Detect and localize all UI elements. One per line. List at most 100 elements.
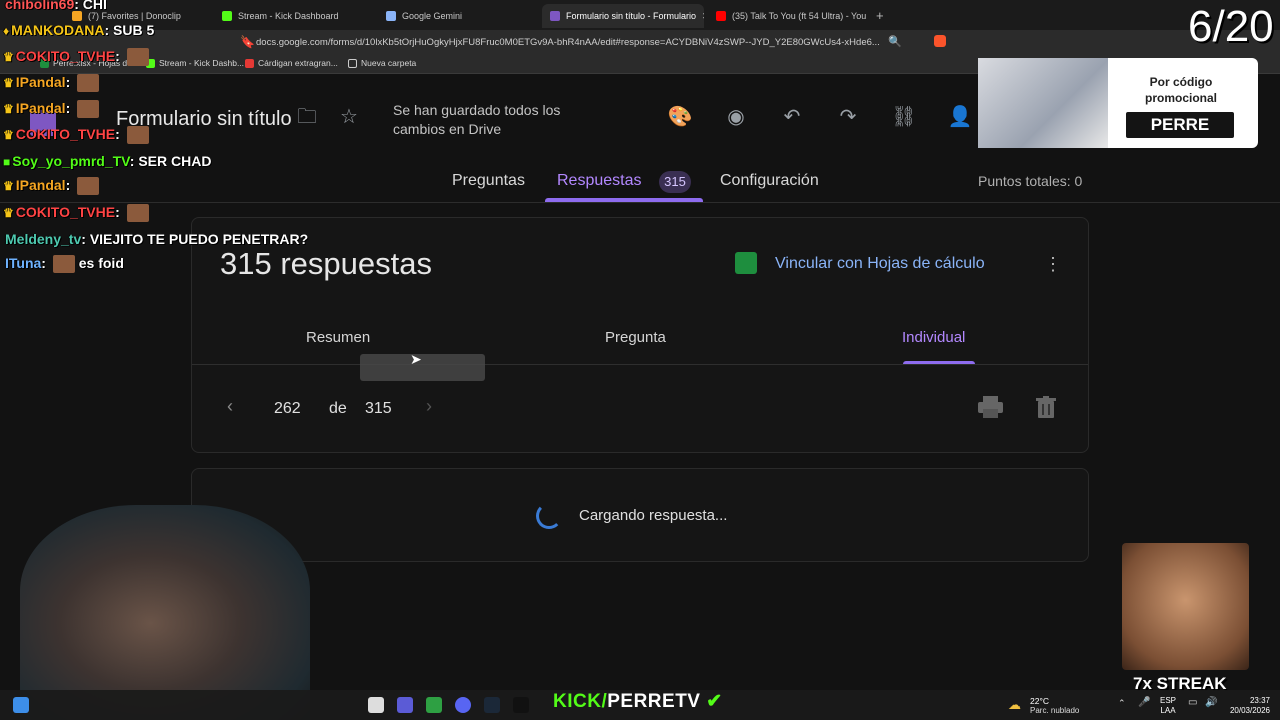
bookmark-item[interactable]: Stream - Kick Dashb... — [146, 58, 244, 68]
emote-icon — [126, 48, 149, 67]
palette-icon[interactable]: 🎨 — [667, 104, 693, 130]
more-options-icon[interactable]: ⋮ — [1044, 250, 1062, 278]
redo-icon[interactable]: ↷ — [835, 104, 861, 130]
responses-count-badge: 315 — [659, 171, 691, 193]
browser-tab-5[interactable]: (35) Talk To You (ft 54 Ultra) - You — [708, 4, 868, 28]
promo-label: Por código promocional — [1144, 75, 1217, 105]
browser-tab-2[interactable]: Stream - Kick Dashboard — [214, 4, 374, 28]
new-tab-icon[interactable]: + — [876, 8, 884, 23]
browser-tab-4-active[interactable]: Formulario sin título - Formulario✕ — [542, 4, 704, 28]
emote-icon — [52, 255, 75, 274]
shop-icon — [245, 58, 254, 68]
emote-icon — [126, 126, 149, 145]
link-icon[interactable]: ⛓ — [891, 104, 917, 130]
language-indicator[interactable]: ESP LAA — [1160, 696, 1176, 716]
undo-icon[interactable]: ↶ — [779, 104, 805, 130]
clock[interactable]: 23:37 20/03/2026 — [1226, 696, 1270, 716]
folder-icon — [348, 58, 357, 68]
folder-icon[interactable]: 🗀 — [294, 104, 320, 130]
crown-icon: ♛ — [3, 76, 14, 90]
loading-text: Cargando respuesta... — [579, 507, 728, 524]
close-icon[interactable]: ✕ — [702, 11, 704, 22]
tab-favicon — [222, 11, 232, 21]
tab-settings[interactable]: Configuración — [720, 172, 819, 190]
responses-heading: 315 respuestas — [220, 246, 432, 281]
chat-message: ■ Soy_yo_pmrd_TV: SER CHAD — [3, 153, 212, 169]
webcam-overlay — [20, 505, 310, 720]
capcut-icon[interactable] — [368, 697, 384, 713]
goal-counter: 6/20 — [1188, 2, 1274, 51]
chat-message: ♦ MANKODANA: SUB 5 — [3, 22, 155, 38]
crown-icon: ♛ — [3, 50, 14, 64]
volume-icon[interactable]: 🔊 — [1205, 697, 1217, 708]
mouse-cursor-icon: ➤ — [410, 351, 422, 367]
windows-start-icon[interactable] — [13, 697, 29, 713]
url-field[interactable]: docs.google.com/forms/d/10lxKb5tOrjHuOgk… — [256, 34, 976, 52]
header-divider — [0, 202, 1280, 203]
steam-icon[interactable] — [484, 697, 500, 713]
chat-message: ♛ IPandal: — [3, 177, 100, 196]
pager-of: de — [329, 400, 347, 417]
crown-icon: ♛ — [3, 206, 14, 220]
zoom-icon[interactable]: 🔍 — [888, 35, 902, 48]
chat-message: Meldeny_tv: VIEJITO TE PUEDO PENETRAR? — [5, 231, 309, 247]
loading-spinner-icon — [536, 503, 562, 529]
emote-icon — [77, 100, 100, 119]
chat-message: ♛ COKITO_TVHE: — [3, 126, 149, 145]
media-player-icon[interactable] — [426, 697, 442, 713]
chat-message: ♛ COKITO_TVHE: — [3, 48, 149, 67]
emote-icon — [77, 74, 100, 93]
next-response-icon[interactable]: › — [426, 396, 432, 417]
emote-icon — [77, 177, 100, 196]
preview-eye-icon[interactable]: ◉ — [723, 104, 749, 130]
network-icon[interactable]: ▭ — [1188, 697, 1197, 708]
chat-message: ♛ IPandal: — [3, 100, 100, 119]
chat-message: ♛ IPandal: — [3, 74, 100, 93]
tab-favicon — [386, 11, 396, 21]
tab-responses[interactable]: Respuestas — [557, 172, 642, 190]
previous-response-icon[interactable]: ‹ — [227, 396, 233, 417]
pager-current[interactable]: 262 — [274, 400, 301, 418]
add-collaborator-icon[interactable]: 👤 — [947, 104, 973, 130]
print-icon[interactable] — [978, 396, 1003, 418]
chat-message: chibolin69: CHI — [5, 0, 107, 12]
pager-total: 315 — [365, 400, 392, 417]
emote-icon — [126, 204, 149, 223]
weather-desc: Parc. nublado — [1030, 706, 1080, 715]
subtab-individual[interactable]: Individual — [902, 329, 965, 346]
meme-face-image — [1122, 543, 1249, 670]
crown-icon: ♛ — [3, 128, 14, 142]
weather-temp[interactable]: 22°C — [1030, 696, 1049, 706]
total-points: Puntos totales: 0 — [978, 173, 1083, 189]
promo-product-image — [978, 58, 1108, 148]
bookmark-item[interactable]: Cárdigan extragran... — [245, 58, 338, 68]
kick-brand-label: KICK/PERRETV ✔ — [553, 691, 723, 712]
weather-icon: ☁ — [1008, 697, 1021, 712]
browser-tab-3[interactable]: Google Gemini — [378, 4, 538, 28]
verified-icon: ✔ — [700, 691, 723, 712]
crown-icon: ♛ — [3, 179, 14, 193]
app-grid-icon[interactable] — [397, 697, 413, 713]
subtab-question[interactable]: Pregunta — [605, 329, 666, 346]
brave-shield-icon[interactable] — [934, 35, 946, 47]
discord-icon[interactable] — [455, 697, 471, 713]
link-sheets-button[interactable]: Vincular con Hojas de cálculo — [775, 255, 985, 273]
delete-icon[interactable] — [1036, 396, 1056, 418]
tooltip — [360, 354, 485, 381]
bookmark-item[interactable]: Nueva carpeta — [348, 58, 416, 68]
bookmark-icon[interactable]: 🔖 — [240, 35, 255, 49]
crown-icon: ♦ — [3, 24, 10, 38]
microphone-icon[interactable]: 🎤 — [1138, 697, 1150, 708]
chat-message: ITuna: es foid — [3, 255, 124, 274]
save-status: Se han guardado todos los cambios en Dri… — [393, 102, 561, 137]
tab-favicon — [550, 11, 560, 21]
tray-chevron-icon[interactable]: ⌃ — [1118, 698, 1126, 709]
subtab-divider — [192, 364, 1088, 365]
promo-code: PERRE — [1126, 112, 1234, 138]
subtab-summary[interactable]: Resumen — [306, 329, 370, 346]
star-icon[interactable]: ☆ — [336, 104, 362, 130]
chat-message: ♛ COKITO_TVHE: — [3, 204, 149, 223]
sheets-icon[interactable] — [735, 252, 757, 274]
tab-questions[interactable]: Preguntas — [452, 172, 525, 190]
terminal-icon[interactable] — [513, 697, 529, 713]
